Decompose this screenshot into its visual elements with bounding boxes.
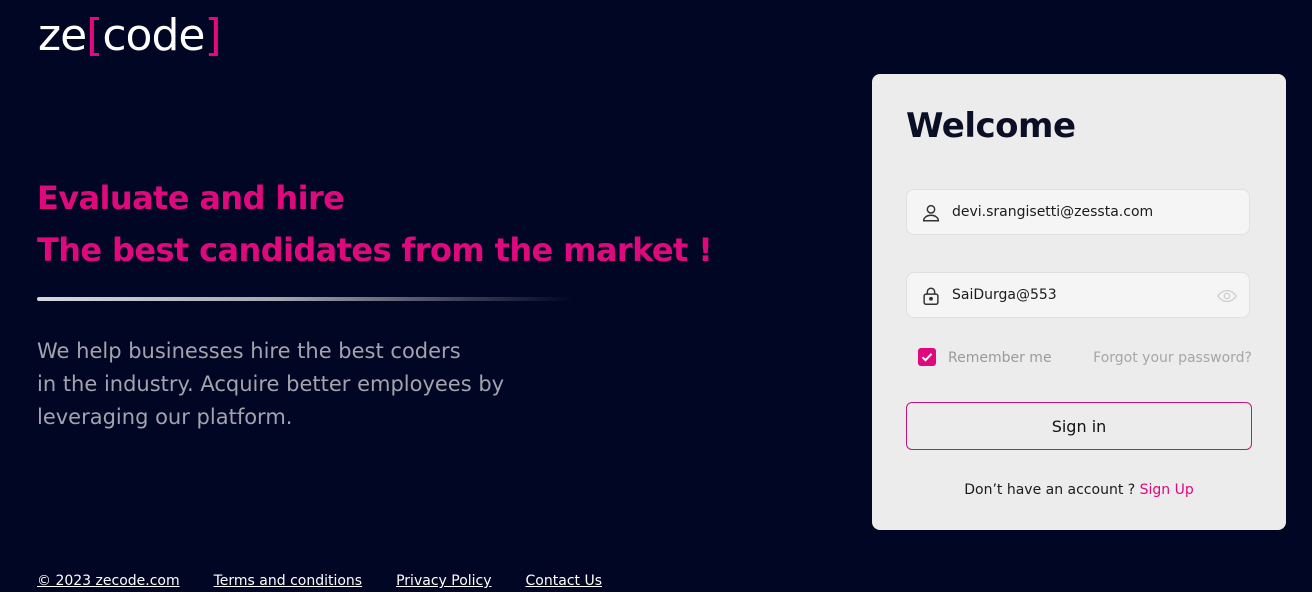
sign-up-link[interactable]: Sign Up (1140, 482, 1194, 498)
footer-contact-link[interactable]: Contact Us (526, 570, 602, 592)
hero-description-line-2: in the industry. Acquire better employee… (37, 372, 505, 396)
footer-links: © 2023 zecode.com Terms and conditions P… (37, 570, 602, 592)
logo-text-code: code (102, 10, 205, 61)
footer-privacy-link[interactable]: Privacy Policy (396, 570, 491, 592)
zecode-logo[interactable]: ze[code] (38, 8, 222, 64)
checkmark-icon (921, 353, 933, 362)
remember-me-checkbox[interactable] (918, 348, 936, 366)
email-input[interactable] (952, 190, 1202, 234)
eye-icon[interactable] (1215, 285, 1239, 307)
remember-me-label[interactable]: Remember me (948, 348, 1052, 368)
login-title: Welcome (906, 106, 1076, 146)
sign-in-button[interactable]: Sign in (906, 402, 1252, 450)
logo-close-bracket: ] (204, 10, 221, 61)
user-icon (922, 204, 940, 222)
lock-icon (923, 287, 939, 305)
hero-divider (37, 297, 572, 301)
hero-headline-line-2: The best candidates from the market ! (37, 231, 713, 269)
logo-text-ze: ze (38, 10, 87, 61)
hero-description-line-1: We help businesses hire the best coders (37, 339, 461, 363)
hero-description: We help businesses hire the best coders … (37, 335, 557, 434)
footer-copyright-link[interactable]: © 2023 zecode.com (37, 570, 180, 592)
signup-prompt: Don’t have an account ? Sign Up (872, 480, 1286, 500)
hero-headline-line-1: Evaluate and hire (37, 179, 345, 217)
forgot-password-link[interactable]: Forgot your password? (1093, 348, 1252, 368)
remember-row: Remember me Forgot your password? (918, 346, 1252, 370)
logo-open-bracket: [ (86, 10, 103, 61)
login-card: Welcome Remember me Forgot your password… (872, 74, 1286, 530)
password-input[interactable] (952, 273, 1202, 317)
no-account-text: Don’t have an account ? (964, 482, 1136, 498)
footer-terms-link[interactable]: Terms and conditions (214, 570, 363, 592)
password-field[interactable] (906, 272, 1250, 318)
hero-headline: Evaluate and hire The best candidates fr… (37, 172, 713, 276)
email-field[interactable] (906, 189, 1250, 235)
hero-description-line-3: leveraging our platform. (37, 405, 293, 429)
